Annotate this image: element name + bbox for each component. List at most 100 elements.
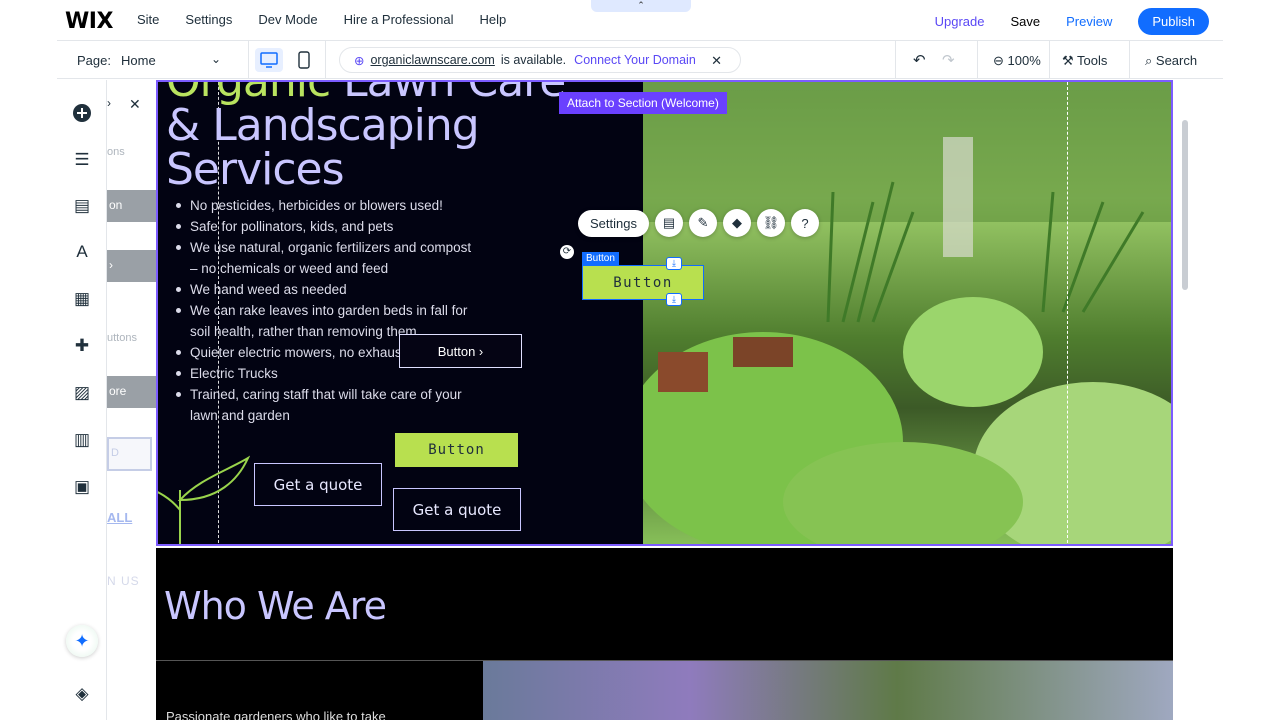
list-item: We hand weed as needed — [174, 279, 474, 300]
button-preset[interactable]: D — [107, 437, 152, 471]
button-preset[interactable]: on — [107, 190, 156, 222]
settings-button[interactable]: Settings — [578, 209, 649, 237]
nav-hire-professional[interactable]: Hire a Professional — [344, 12, 454, 27]
nav-site[interactable]: Site — [137, 12, 159, 27]
button-with-arrow[interactable]: Button › — [399, 334, 522, 368]
list-item: We use natural, organic fertilizers and … — [174, 237, 474, 279]
button-preset[interactable]: ALL — [107, 510, 132, 525]
table-icon[interactable]: ▥ — [73, 430, 91, 449]
button-preset[interactable]: › — [107, 250, 156, 282]
divider — [895, 41, 896, 79]
apps-icon[interactable]: ▦ — [73, 289, 91, 308]
canvas-scrollbar[interactable] — [1178, 80, 1223, 720]
about-section[interactable]: Passionate gardeners who like to take — [156, 660, 1173, 720]
animation-icon[interactable]: ◆ — [722, 209, 751, 237]
stretch-handle-icon[interactable]: ⤓ — [666, 293, 682, 306]
page-select[interactable]: Home — [121, 53, 156, 68]
title-line-1: & Landscaping — [166, 100, 480, 151]
image-icon[interactable]: ▨ — [73, 383, 91, 402]
desktop-view-button[interactable] — [255, 48, 283, 72]
layout-icon[interactable]: ▤ — [654, 209, 683, 237]
divider — [977, 41, 978, 79]
link-icon[interactable]: ⛓ — [756, 209, 785, 237]
welcome-section[interactable]: Organic Lawn Care & Landscaping Services… — [156, 80, 1173, 546]
button-preset[interactable]: N US — [107, 574, 140, 588]
button-label: Button — [437, 343, 476, 359]
garden-photo[interactable] — [643, 82, 1171, 544]
save-button[interactable]: Save — [1010, 14, 1040, 29]
search-button[interactable]: ⌕ Search — [1145, 53, 1197, 69]
search-label: Search — [1155, 53, 1198, 68]
left-rail: ☰ ▤ A ▦ ✚ ▨ ▥ ▣ ✦ ◈ — [57, 80, 107, 720]
layers-icon[interactable]: ◈ — [73, 684, 91, 703]
undo-icon[interactable]: ↶ — [913, 51, 926, 69]
get-quote-button[interactable]: Get a quote — [393, 488, 521, 531]
top-nav: Site Settings Dev Mode Hire a Profession… — [137, 12, 506, 27]
top-bar: WIX ⌃ Site Settings Dev Mode Hire a Prof… — [57, 0, 1223, 41]
stretch-handle-icon[interactable]: ⤓ — [666, 257, 682, 270]
site-url[interactable]: organiclawnscare.com — [370, 53, 494, 67]
rotate-icon[interactable]: ⟳ — [560, 245, 574, 259]
page-icon[interactable]: ▤ — [73, 196, 91, 215]
wix-logo[interactable]: WIX — [65, 9, 113, 34]
divider — [1049, 41, 1050, 79]
globe-icon: ⊕ — [354, 53, 365, 68]
hero-title[interactable]: Organic Lawn Care & Landscaping Services — [166, 82, 566, 195]
page-label: Page: — [77, 53, 111, 68]
button-preset[interactable]: ore — [107, 376, 156, 408]
nav-dev-mode[interactable]: Dev Mode — [258, 12, 317, 27]
briefcase-icon[interactable]: ▣ — [73, 477, 91, 496]
plus-icon[interactable] — [73, 104, 91, 122]
panel-arrow: › — [107, 96, 111, 110]
add-elements-panel: ✕ › ons on › uttons ore D ALL N US — [107, 80, 156, 720]
redo-icon[interactable]: ↷ — [942, 51, 955, 69]
desktop-icon — [260, 52, 278, 68]
puzzle-icon[interactable]: ✚ — [73, 336, 91, 355]
connect-domain-link[interactable]: Connect Your Domain — [574, 53, 696, 67]
divider — [1129, 41, 1130, 79]
close-icon[interactable]: ✕ — [711, 53, 722, 69]
editor-canvas[interactable]: Organic Lawn Care & Landscaping Services… — [156, 80, 1178, 720]
title-line-2: Services — [166, 144, 345, 195]
who-we-are-section[interactable]: Who We Are — [156, 548, 1173, 660]
divider — [325, 41, 326, 79]
tools-button[interactable]: ⚒ Tools — [1062, 53, 1107, 69]
mobile-icon[interactable] — [297, 51, 311, 69]
tools-label: Tools — [1077, 53, 1108, 68]
about-text: Passionate gardeners who like to take — [166, 709, 386, 720]
button-preset-label: D — [111, 447, 119, 459]
benefits-list[interactable]: No pesticides, herbicides or blowers use… — [174, 195, 474, 426]
list-item: Safe for pollinators, kids, and pets — [174, 216, 474, 237]
green-button[interactable]: Button — [395, 433, 518, 467]
scrollbar-thumb[interactable] — [1182, 120, 1188, 290]
garden-illustration — [643, 82, 1171, 544]
search-icon: ⌕ — [1145, 53, 1156, 68]
attach-to-section-label[interactable]: Attach to Section (Welcome) — [559, 92, 727, 114]
close-panel-icon[interactable]: ✕ — [129, 96, 141, 113]
availability-text: is available. — [500, 53, 567, 67]
get-quote-button[interactable]: Get a quote — [254, 463, 382, 506]
upgrade-link[interactable]: Upgrade — [935, 14, 985, 29]
selected-button[interactable]: Button — [582, 265, 704, 300]
nav-help[interactable]: Help — [479, 12, 506, 27]
top-actions: Upgrade Save Preview Publish — [935, 8, 1209, 35]
ai-sparkle-icon[interactable]: ✦ — [66, 625, 98, 657]
flowers-photo[interactable] — [483, 661, 1173, 720]
publish-button[interactable]: Publish — [1138, 8, 1209, 35]
header-collapse-tab[interactable]: ⌃ — [591, 0, 691, 12]
zoom-control[interactable]: ⊖ 100% — [993, 53, 1041, 69]
wrench-icon: ⚒ — [1062, 53, 1078, 68]
selected-element-tag: Button — [582, 252, 619, 265]
menu-icon[interactable]: ☰ — [73, 150, 91, 169]
preview-button[interactable]: Preview — [1066, 14, 1112, 29]
chevron-down-icon[interactable]: ⌄ — [211, 52, 221, 66]
paint-icon[interactable]: A — [73, 242, 91, 261]
design-brush-icon[interactable]: ✎ — [688, 209, 717, 237]
zoom-value: 100% — [1007, 53, 1041, 68]
grid-guide — [1067, 82, 1068, 544]
nav-settings[interactable]: Settings — [185, 12, 232, 27]
help-icon[interactable]: ? — [790, 209, 819, 237]
chevron-right-icon: › — [475, 343, 484, 359]
panel-section-label: ons — [107, 146, 125, 158]
zoom-out-icon: ⊖ — [993, 53, 1008, 68]
